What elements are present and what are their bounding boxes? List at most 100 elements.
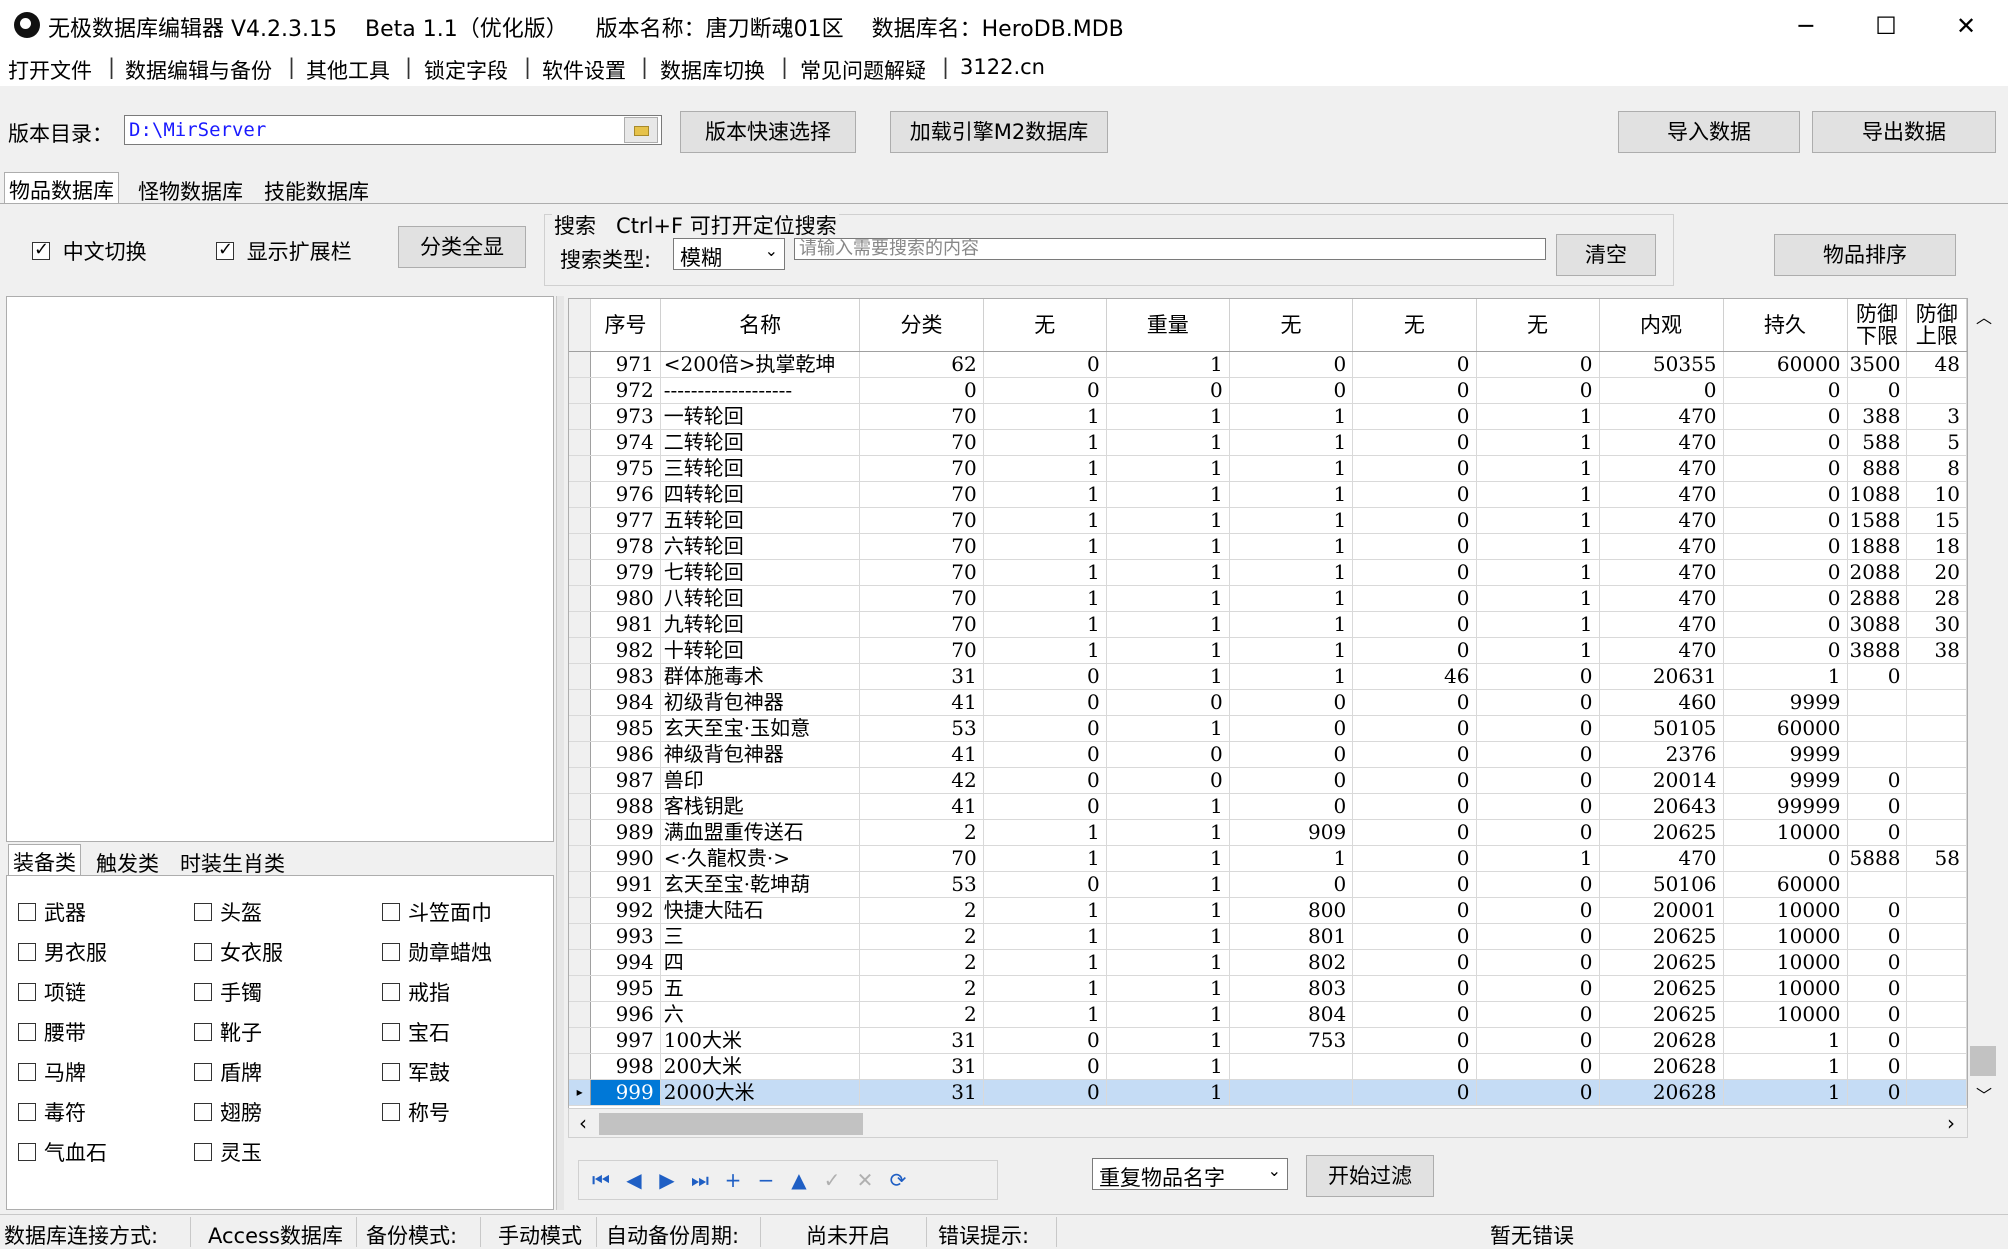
table-row[interactable]: 978 六转轮回 70 1 1 1 0 1 470 0 1888 18 bbox=[569, 533, 1967, 560]
scroll-right-icon[interactable]: › bbox=[1947, 1111, 1955, 1135]
menu-open-file[interactable]: 打开文件 bbox=[8, 55, 92, 85]
column-header[interactable]: 持久 bbox=[1723, 299, 1848, 352]
table-cell[interactable]: 0 bbox=[1352, 559, 1477, 586]
table-cell[interactable]: 0 bbox=[983, 1053, 1107, 1080]
table-cell[interactable]: 0 bbox=[1476, 975, 1600, 1002]
table-cell[interactable]: 15 bbox=[1906, 507, 1967, 534]
table-row[interactable]: 973 一转轮回 70 1 1 1 0 1 470 0 388 3 bbox=[569, 403, 1967, 430]
cell-name[interactable]: 七转轮回 bbox=[660, 559, 861, 586]
table-cell[interactable] bbox=[1847, 741, 1908, 768]
cell-seq[interactable]: 981 bbox=[590, 611, 661, 638]
table-cell[interactable]: 1 bbox=[983, 1001, 1107, 1028]
table-cell[interactable] bbox=[1906, 377, 1967, 404]
table-cell[interactable]: 60000 bbox=[1723, 715, 1848, 742]
table-cell[interactable]: 1 bbox=[1106, 559, 1230, 586]
column-header[interactable]: 无 bbox=[983, 299, 1107, 352]
table-cell[interactable]: 31 bbox=[859, 1027, 984, 1054]
category-checkbox[interactable]: 腰带 bbox=[18, 1017, 86, 1047]
row-indicator[interactable] bbox=[569, 455, 592, 482]
table-row[interactable]: 997 100大米 31 0 1 753 0 0 20628 1 0 bbox=[569, 1027, 1967, 1054]
table-cell[interactable]: 1 bbox=[1106, 663, 1230, 690]
cell-seq[interactable]: 972 bbox=[590, 377, 661, 404]
table-cell[interactable]: 0 bbox=[1106, 377, 1230, 404]
table-cell[interactable]: 1 bbox=[1106, 897, 1230, 924]
table-cell[interactable]: 1 bbox=[1106, 455, 1230, 482]
table-cell[interactable]: 1 bbox=[1723, 1079, 1848, 1106]
table-cell[interactable]: 1888 bbox=[1847, 533, 1908, 560]
category-checkbox[interactable]: 灵玉 bbox=[194, 1137, 262, 1167]
row-indicator[interactable] bbox=[569, 923, 592, 950]
table-cell[interactable]: 803 bbox=[1229, 975, 1354, 1002]
last-icon[interactable]: ⏭ bbox=[684, 1163, 716, 1197]
table-cell[interactable]: 60000 bbox=[1723, 871, 1848, 898]
table-cell[interactable]: 0 bbox=[1352, 507, 1477, 534]
table-cell[interactable]: 0 bbox=[1723, 507, 1848, 534]
table-cell[interactable]: 1 bbox=[983, 897, 1107, 924]
menu-settings[interactable]: 软件设置 bbox=[542, 55, 626, 85]
table-cell[interactable]: 0 bbox=[1723, 403, 1848, 430]
table-row[interactable]: 981 九转轮回 70 1 1 1 0 1 470 0 3088 30 bbox=[569, 611, 1967, 638]
table-row[interactable]: 980 八转轮回 70 1 1 1 0 1 470 0 2888 28 bbox=[569, 585, 1967, 612]
table-cell[interactable]: 1 bbox=[983, 585, 1107, 612]
table-cell[interactable] bbox=[1906, 1001, 1967, 1028]
cell-seq[interactable]: 988 bbox=[590, 793, 661, 820]
table-cell[interactable]: 0 bbox=[1352, 793, 1477, 820]
table-cell[interactable]: 1 bbox=[1106, 533, 1230, 560]
chinese-switch-checkbox[interactable]: 中文切换 bbox=[32, 236, 147, 266]
row-indicator[interactable] bbox=[569, 507, 592, 534]
tab-item-db[interactable]: 物品数据库 bbox=[4, 172, 119, 204]
tab-equipment[interactable]: 装备类 bbox=[8, 844, 81, 876]
table-cell[interactable]: 1 bbox=[983, 923, 1107, 950]
cell-name[interactable]: 三 bbox=[660, 923, 861, 950]
table-cell[interactable]: 9999 bbox=[1723, 767, 1848, 794]
start-filter-button[interactable]: 开始过滤 bbox=[1306, 1155, 1434, 1197]
menu-lock-fields[interactable]: 锁定字段 bbox=[424, 55, 508, 85]
table-cell[interactable]: 0 bbox=[1723, 455, 1848, 482]
table-cell[interactable]: 28 bbox=[1906, 585, 1967, 612]
table-cell[interactable]: 42 bbox=[859, 767, 984, 794]
table-cell[interactable]: 2888 bbox=[1847, 585, 1908, 612]
table-cell[interactable]: 3 bbox=[1906, 403, 1967, 430]
cell-seq[interactable]: 998 bbox=[590, 1053, 661, 1080]
category-checkbox[interactable]: 戒指 bbox=[382, 977, 450, 1007]
cell-seq[interactable]: 990 bbox=[590, 845, 661, 872]
cell-name[interactable]: 四转轮回 bbox=[660, 481, 861, 508]
table-row[interactable]: 988 客栈钥匙 41 0 1 0 0 0 20643 99999 0 bbox=[569, 793, 1967, 820]
table-cell[interactable]: 20625 bbox=[1599, 949, 1724, 976]
cell-name[interactable]: 玄天至宝·乾坤葫 bbox=[660, 871, 861, 898]
table-cell[interactable]: 58 bbox=[1906, 845, 1967, 872]
table-cell[interactable]: 470 bbox=[1599, 637, 1724, 664]
table-cell[interactable] bbox=[1847, 871, 1908, 898]
table-cell[interactable] bbox=[1906, 1053, 1967, 1080]
table-cell[interactable]: 1 bbox=[1106, 975, 1230, 1002]
category-checkbox[interactable]: 斗笠面巾 bbox=[382, 897, 492, 927]
table-cell[interactable]: 48 bbox=[1906, 351, 1967, 378]
table-cell[interactable]: 53 bbox=[859, 871, 984, 898]
splitter[interactable] bbox=[556, 296, 564, 1210]
cell-seq[interactable]: 992 bbox=[590, 897, 661, 924]
table-cell[interactable]: 53 bbox=[859, 715, 984, 742]
cell-seq[interactable]: 976 bbox=[590, 481, 661, 508]
table-cell[interactable] bbox=[1906, 871, 1967, 898]
column-header[interactable]: 序号 bbox=[590, 299, 661, 352]
cell-seq[interactable]: 977 bbox=[590, 507, 661, 534]
table-cell[interactable]: 20014 bbox=[1599, 767, 1724, 794]
table-cell[interactable]: 70 bbox=[859, 585, 984, 612]
table-cell[interactable]: 0 bbox=[1723, 429, 1848, 456]
table-cell[interactable]: 1 bbox=[1229, 637, 1354, 664]
table-cell[interactable]: 470 bbox=[1599, 845, 1724, 872]
column-header[interactable]: 内观 bbox=[1599, 299, 1724, 352]
table-cell[interactable]: 20625 bbox=[1599, 819, 1724, 846]
table-cell[interactable]: 0 bbox=[1723, 845, 1848, 872]
column-header[interactable]: 名称 bbox=[660, 299, 861, 352]
delete-icon[interactable]: − bbox=[750, 1163, 782, 1197]
table-cell[interactable]: 0 bbox=[1352, 897, 1477, 924]
cell-seq[interactable]: 983 bbox=[590, 663, 661, 690]
table-cell[interactable]: 588 bbox=[1847, 429, 1908, 456]
table-cell[interactable]: 3500 bbox=[1847, 351, 1908, 378]
table-cell[interactable]: 1 bbox=[983, 429, 1107, 456]
table-cell[interactable]: 0 bbox=[1847, 793, 1908, 820]
row-indicator[interactable] bbox=[569, 845, 592, 872]
table-cell[interactable]: 470 bbox=[1599, 403, 1724, 430]
table-cell[interactable]: 2 bbox=[859, 975, 984, 1002]
